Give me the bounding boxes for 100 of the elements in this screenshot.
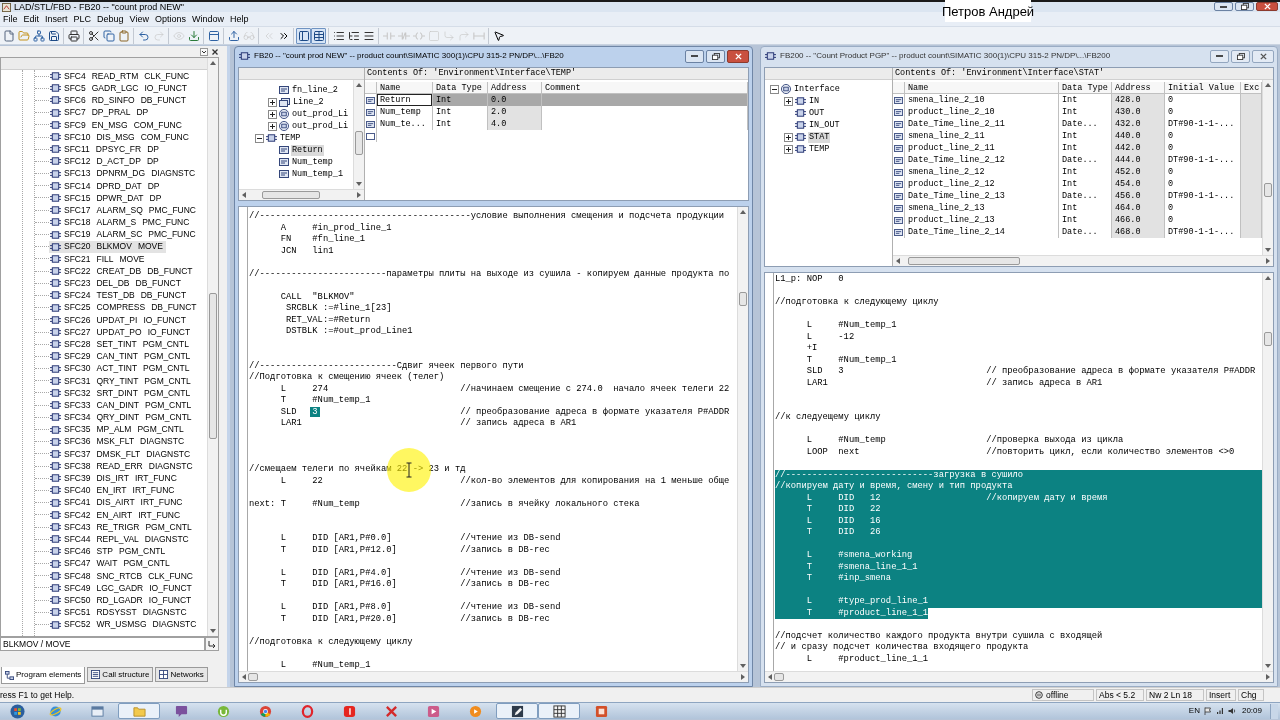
language-indicator[interactable]: EN (1188, 707, 1200, 715)
tree-item[interactable]: SFC10 DIS_MSG COM_FUNC (49, 131, 192, 144)
tree-item[interactable]: SFC47 WAIT PGM_CNTL (49, 557, 173, 570)
vertical-scrollbar[interactable] (1262, 80, 1273, 255)
tree-item[interactable]: SFC9 EN_MSG COM_FUNC (49, 118, 185, 131)
tree-item[interactable]: SFC38 READ_ERR DIAGNSTC (49, 460, 196, 473)
vertical-scrollbar[interactable] (353, 80, 364, 189)
tree-item[interactable]: SFC46 STP PGM_CNTL (49, 545, 169, 558)
taskbar-button[interactable] (538, 703, 580, 719)
tree-item[interactable]: SFC20 BLKMOV MOVE (49, 240, 166, 253)
close-button[interactable] (1256, 2, 1278, 11)
menu-item[interactable]: Insert (42, 14, 71, 24)
info-button[interactable] (205, 637, 219, 651)
plus-box-icon[interactable] (268, 97, 277, 107)
tree-item[interactable]: Return (291, 144, 324, 156)
column-header[interactable]: Address (1112, 82, 1165, 93)
horizontal-scrollbar[interactable] (893, 255, 1273, 266)
tree-item[interactable]: SFC49 LGC_GADR IO_FUNCT (49, 581, 195, 594)
tree-item[interactable]: SFC27 UPDAT_PO IO_FUNCT (49, 326, 194, 339)
column-header[interactable]: Name (905, 82, 1059, 93)
close-button[interactable] (727, 49, 749, 63)
scrollbar-thumb[interactable] (908, 257, 1020, 265)
tree-item[interactable]: SFC31 QRY_TINT PGM_CNTL (49, 374, 194, 387)
menu-item[interactable]: View (126, 14, 152, 24)
scrollbar-thumb[interactable] (209, 293, 217, 439)
tree-item[interactable]: SFC17 ALARM_SQ PMC_FUNC (49, 204, 199, 217)
menu-item[interactable]: Window (189, 14, 227, 24)
plus-box-icon[interactable] (784, 96, 793, 106)
plus-box-icon[interactable] (784, 144, 793, 154)
minimize-button[interactable] (1210, 49, 1229, 63)
scrollbar-thumb[interactable] (355, 131, 363, 155)
tree-item[interactable]: SFC40 EN_IRT IRT_FUNC (49, 484, 178, 497)
tree-item[interactable]: SFC13 DPNRM_DG DIAGNSTC (49, 167, 199, 180)
tree-item[interactable]: SFC28 SET_TINT PGM_CNTL (49, 338, 192, 351)
vertical-scrollbar[interactable] (207, 58, 218, 636)
horizontal-scrollbar[interactable] (239, 671, 748, 682)
menu-item[interactable]: Debug (94, 14, 127, 24)
plus-box-icon[interactable] (268, 109, 277, 119)
horizontal-scrollbar[interactable] (239, 189, 364, 200)
tab[interactable]: Call structure (87, 667, 154, 682)
tree-item[interactable]: SFC32 SRT_DINT PGM_CNTL (49, 386, 194, 399)
column-header[interactable]: Initial Value (1165, 82, 1241, 93)
tree-item[interactable]: SFC15 DPWR_DAT DP (49, 191, 165, 204)
tree-item[interactable]: Interface (793, 83, 841, 95)
tree-item[interactable]: out_prod_Li (291, 120, 350, 132)
menu-item[interactable]: File (0, 14, 21, 24)
tree-item[interactable]: SFC19 ALARM_SC PMC_FUNC (49, 228, 199, 241)
tab[interactable]: Program elements (1, 667, 86, 684)
plus-box-icon[interactable] (784, 132, 793, 142)
tree-item[interactable]: SFC5 GADR_LGC IO_FUNCT (49, 82, 190, 95)
tree-item[interactable]: STAT (808, 131, 831, 143)
signal-bars-icon[interactable] (1215, 707, 1224, 715)
tree-item[interactable]: SFC24 TEST_DB DB_FUNCT (49, 289, 190, 302)
tree-item[interactable]: SFC43 RE_TRIGR PGM_CNTL (49, 521, 195, 534)
column-header[interactable]: Name (377, 82, 433, 93)
tree-item[interactable]: SFC25 COMPRESS DB_FUNCT (49, 301, 200, 314)
close-button[interactable] (1252, 49, 1274, 63)
tree-item[interactable]: SFC29 CAN_TINT PGM_CNTL (49, 350, 194, 363)
scrollbar-thumb[interactable] (248, 673, 258, 681)
tree-item[interactable]: Line_2 (292, 96, 325, 108)
tree-item[interactable]: SFC42 EN_AIRT IRT_FUNC (49, 508, 184, 521)
tree-item[interactable]: Num_temp (291, 156, 334, 168)
scrollbar-thumb[interactable] (1264, 332, 1272, 346)
tree-item[interactable]: SFC21 FILL MOVE (49, 252, 148, 265)
clock[interactable]: 20:09 (1241, 707, 1262, 715)
tree-item[interactable]: Num_temp_1 (291, 168, 344, 180)
tree-item[interactable]: SFC33 CAN_DINT PGM_CNTL (49, 399, 195, 412)
menu-item[interactable]: Help (227, 14, 252, 24)
tree-item[interactable]: out_prod_Li (291, 108, 350, 120)
vertical-scrollbar[interactable] (1262, 273, 1273, 671)
tab[interactable]: Networks (155, 667, 208, 682)
tree-item[interactable]: TEMP (279, 132, 302, 144)
tree-item[interactable]: SFC35 MP_ALM PGM_CNTL (49, 423, 187, 436)
column-header[interactable]: Address (488, 82, 542, 93)
tree-item[interactable]: SFC37 DMSK_FLT DIAGNSTC (49, 447, 194, 460)
tree-item[interactable]: SFC36 MSK_FLT DIAGNSTC (49, 435, 188, 448)
tree-item[interactable]: SFC11 DPSYC_FR DP (49, 143, 162, 156)
tree-item[interactable]: SFC41 DIS_AIRT IRT_FUNC (49, 496, 186, 509)
tree-item[interactable]: SFC52 WR_USMSG DIAGNSTC (49, 618, 200, 631)
caret-down-icon[interactable] (200, 47, 208, 56)
tree-item[interactable]: SFC39 DIS_IRT IRT_FUNC (49, 472, 180, 485)
tree-item[interactable]: fn_line_2 (291, 84, 339, 96)
vertical-scrollbar[interactable] (737, 207, 748, 671)
plus-box-icon[interactable] (268, 121, 277, 131)
tree-item[interactable]: SFC44 REPL_VAL DIAGNSTC (49, 533, 192, 546)
column-header[interactable]: Data Type (433, 82, 488, 93)
column-header[interactable]: Data Type (1059, 82, 1112, 93)
flag-icon[interactable] (1203, 707, 1212, 715)
tree-item[interactable]: SFC22 CREAT_DB DB_FUNCT (49, 265, 196, 278)
tree-item[interactable]: SFC18 ALARM_S PMC_FUNC (49, 216, 193, 229)
close-icon[interactable] (211, 47, 219, 56)
tree-item[interactable]: SFC7 DP_PRAL DP (49, 106, 152, 119)
tree-item[interactable]: OUT (808, 107, 826, 119)
tree-item[interactable]: SFC50 RD_LGADR IO_FUNCT (49, 594, 195, 607)
speaker-icon[interactable] (1227, 707, 1236, 715)
tree-item[interactable]: SFC48 SNC_RTCB CLK_FUNC (49, 569, 196, 582)
tree-item[interactable]: IN_OUT (808, 119, 841, 131)
restore-button[interactable] (1235, 2, 1254, 11)
tree-item[interactable]: SFC4 READ_RTM CLK_FUNC (49, 70, 193, 83)
tree-item[interactable]: SFC14 DPRD_DAT DP (49, 179, 163, 192)
